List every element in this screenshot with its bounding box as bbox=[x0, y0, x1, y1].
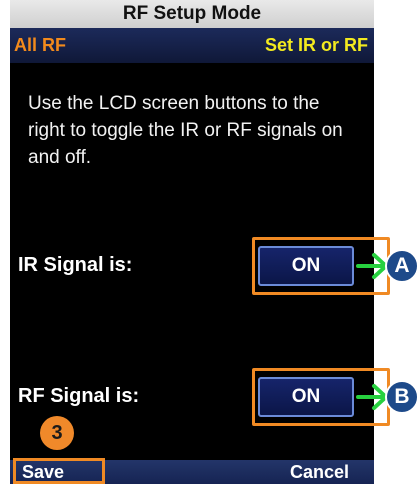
instructions-text: Use the LCD screen buttons to the right … bbox=[28, 93, 343, 168]
callout-a-badge: A bbox=[385, 249, 419, 283]
rf-toggle-button[interactable]: ON bbox=[258, 377, 354, 417]
page-title: RF Setup Mode bbox=[122, 3, 262, 24]
ir-signal-label: IR Signal is: bbox=[18, 254, 133, 276]
callout-b-badge: B bbox=[385, 380, 419, 414]
header-set-ir-or-rf: Set IR or RF bbox=[264, 35, 368, 55]
ir-toggle-button[interactable]: ON bbox=[258, 246, 354, 286]
save-softkey[interactable]: Save bbox=[22, 462, 64, 483]
header-all-rf: All RF bbox=[14, 35, 66, 55]
rf-signal-label: RF Signal is: bbox=[18, 385, 140, 407]
step-3-badge: 3 bbox=[40, 416, 74, 450]
cancel-softkey[interactable]: Cancel bbox=[290, 462, 349, 483]
header-bar: All RF Set IR or RF bbox=[10, 28, 374, 63]
title-bar: RF Setup Mode bbox=[10, 0, 374, 28]
